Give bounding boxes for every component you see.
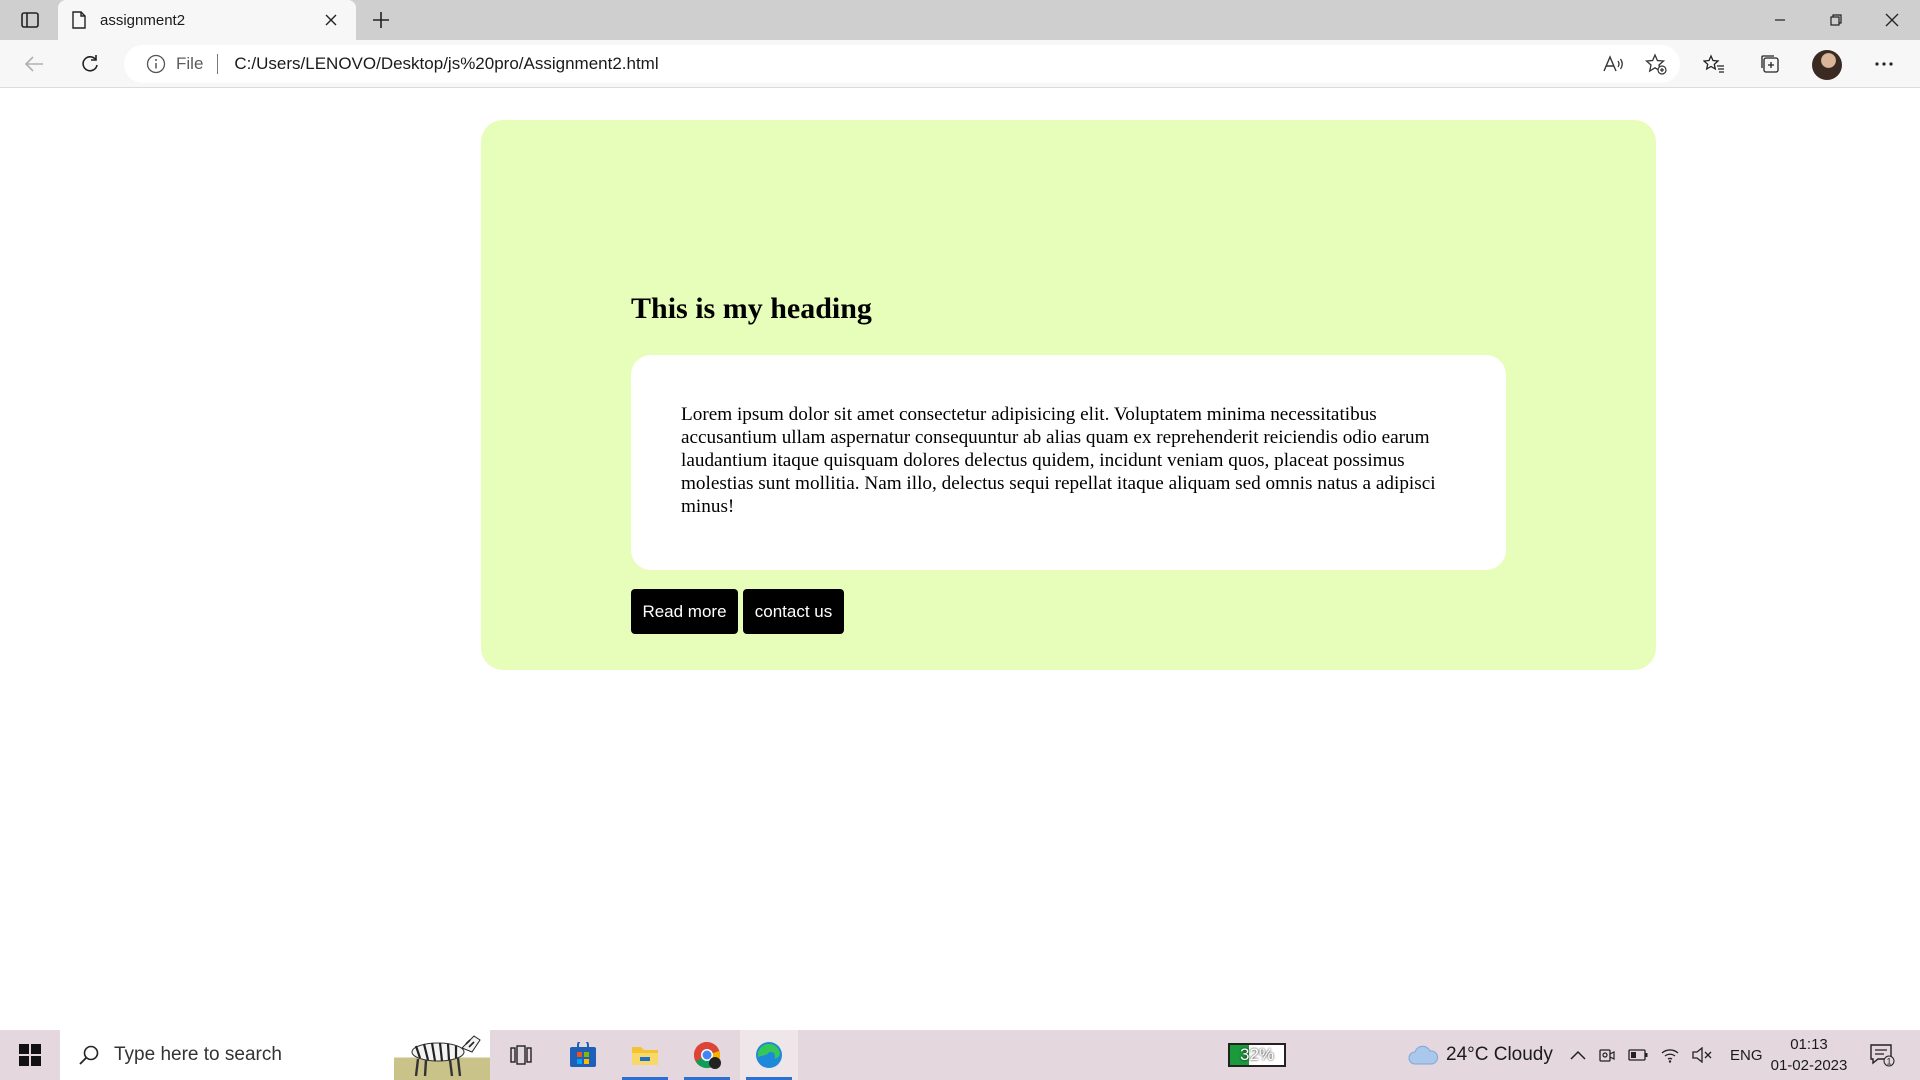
favorites-button[interactable]: [1696, 48, 1732, 80]
tab-title: assignment2: [100, 11, 186, 29]
contact-us-button[interactable]: contact us: [743, 589, 844, 634]
refresh-icon: [82, 55, 98, 72]
address-scheme-label: File: [176, 54, 204, 73]
search-placeholder: Type here to search: [114, 1044, 282, 1065]
window-controls: [1752, 0, 1920, 40]
battery-icon[interactable]: [1628, 1049, 1648, 1061]
back-button[interactable]: [16, 48, 52, 80]
windows-logo-icon: [19, 1044, 41, 1066]
tab-actions-button[interactable]: [14, 6, 46, 34]
restore-icon: [1830, 14, 1842, 26]
notification-icon: 1: [1870, 1044, 1895, 1067]
store-icon: [570, 1042, 596, 1067]
favorites-icon: [1703, 54, 1724, 73]
meet-now-icon[interactable]: [1598, 1047, 1616, 1063]
notification-count: 1: [1886, 1057, 1891, 1067]
tab-bar: assignment2: [0, 0, 1920, 40]
chrome-icon: [693, 1041, 721, 1069]
read-aloud-icon: [1603, 55, 1623, 72]
page-heading: This is my heading: [631, 292, 872, 325]
refresh-button[interactable]: [72, 48, 108, 80]
body-paragraph: Lorem ipsum dolor sit amet consectetur a…: [681, 404, 1436, 517]
task-view-icon: [510, 1045, 532, 1065]
taskbar-app-chrome[interactable]: [678, 1030, 736, 1080]
collections-button[interactable]: [1752, 48, 1788, 80]
restore-button[interactable]: [1808, 0, 1864, 40]
address-bar[interactable]: File C:/Users/LENOVO/Desktop/js%20pro/As…: [124, 45, 1680, 83]
clock-time: 01:13: [1790, 1036, 1828, 1053]
address-bar-row: File C:/Users/LENOVO/Desktop/js%20pro/As…: [0, 40, 1920, 88]
search-icon: [79, 1045, 99, 1065]
taskbar-app-file-explorer[interactable]: [616, 1030, 674, 1080]
chevron-up-icon[interactable]: [1570, 1050, 1586, 1060]
taskbar-search-box[interactable]: Type here to search: [60, 1030, 490, 1080]
more-icon: [1875, 62, 1893, 66]
minimize-button[interactable]: [1752, 0, 1808, 40]
arrow-left-icon: [24, 56, 43, 72]
close-icon: [1885, 13, 1899, 27]
page-icon: [72, 11, 86, 29]
battery-percent: 32%: [1239, 1045, 1275, 1064]
taskbar-app-store[interactable]: [554, 1030, 612, 1080]
tab-actions-icon: [21, 12, 39, 28]
taskbar-app-edge[interactable]: [740, 1030, 798, 1080]
screen: assignment2 File C:/Users/LENOVO/Desktop…: [0, 0, 1920, 1080]
wifi-icon[interactable]: [1660, 1047, 1680, 1063]
speaker-muted-icon[interactable]: [1692, 1047, 1712, 1063]
minimize-icon: [1775, 19, 1785, 21]
weather-text: 24°C Cloudy: [1446, 1044, 1553, 1065]
close-icon: [325, 14, 337, 26]
start-button[interactable]: [0, 1030, 60, 1080]
close-window-button[interactable]: [1864, 0, 1920, 40]
edge-icon: [756, 1042, 782, 1068]
zebra-illustration-icon: [411, 1035, 481, 1077]
tab-assignment2[interactable]: assignment2: [58, 0, 356, 40]
address-separator: [217, 54, 219, 74]
add-favorite-button[interactable]: [1642, 51, 1670, 77]
close-tab-button[interactable]: [320, 9, 342, 31]
address-bar-actions: [1600, 51, 1670, 77]
paragraph-box: Lorem ipsum dolor sit amet consectetur a…: [631, 355, 1506, 570]
taskbar-clock[interactable]: 01:13 01-02-2023: [1764, 1034, 1854, 1076]
info-icon[interactable]: [146, 54, 166, 74]
clock-date: 01-02-2023: [1770, 1057, 1848, 1074]
battery-indicator[interactable]: 32%: [1228, 1043, 1286, 1067]
content-card: This is my heading Lorem ipsum dolor sit…: [481, 120, 1656, 670]
collections-icon: [1761, 55, 1779, 73]
cloud-icon: [1408, 1045, 1438, 1065]
read-aloud-button[interactable]: [1600, 51, 1628, 77]
star-add-icon: [1645, 53, 1667, 75]
url-text[interactable]: C:/Users/LENOVO/Desktop/js%20pro/Assignm…: [234, 54, 658, 74]
notification-center-button[interactable]: 1: [1866, 1039, 1898, 1071]
settings-more-button[interactable]: [1866, 48, 1902, 80]
search-highlight-image: [394, 1030, 490, 1080]
folder-icon: [632, 1047, 658, 1065]
system-tray: ENG: [1570, 1030, 1763, 1080]
language-indicator[interactable]: ENG: [1730, 1047, 1763, 1064]
plus-icon: [373, 12, 389, 28]
task-view-button[interactable]: [492, 1030, 550, 1080]
weather-widget[interactable]: 24°C Cloudy: [1408, 1030, 1553, 1080]
read-more-button[interactable]: Read more: [631, 589, 738, 634]
web-page: This is my heading Lorem ipsum dolor sit…: [0, 89, 1920, 1030]
taskbar: Type here to search 32% 24°C Cloudy ENG …: [0, 1030, 1920, 1080]
profile-avatar[interactable]: [1812, 50, 1842, 80]
new-tab-button[interactable]: [366, 6, 396, 34]
